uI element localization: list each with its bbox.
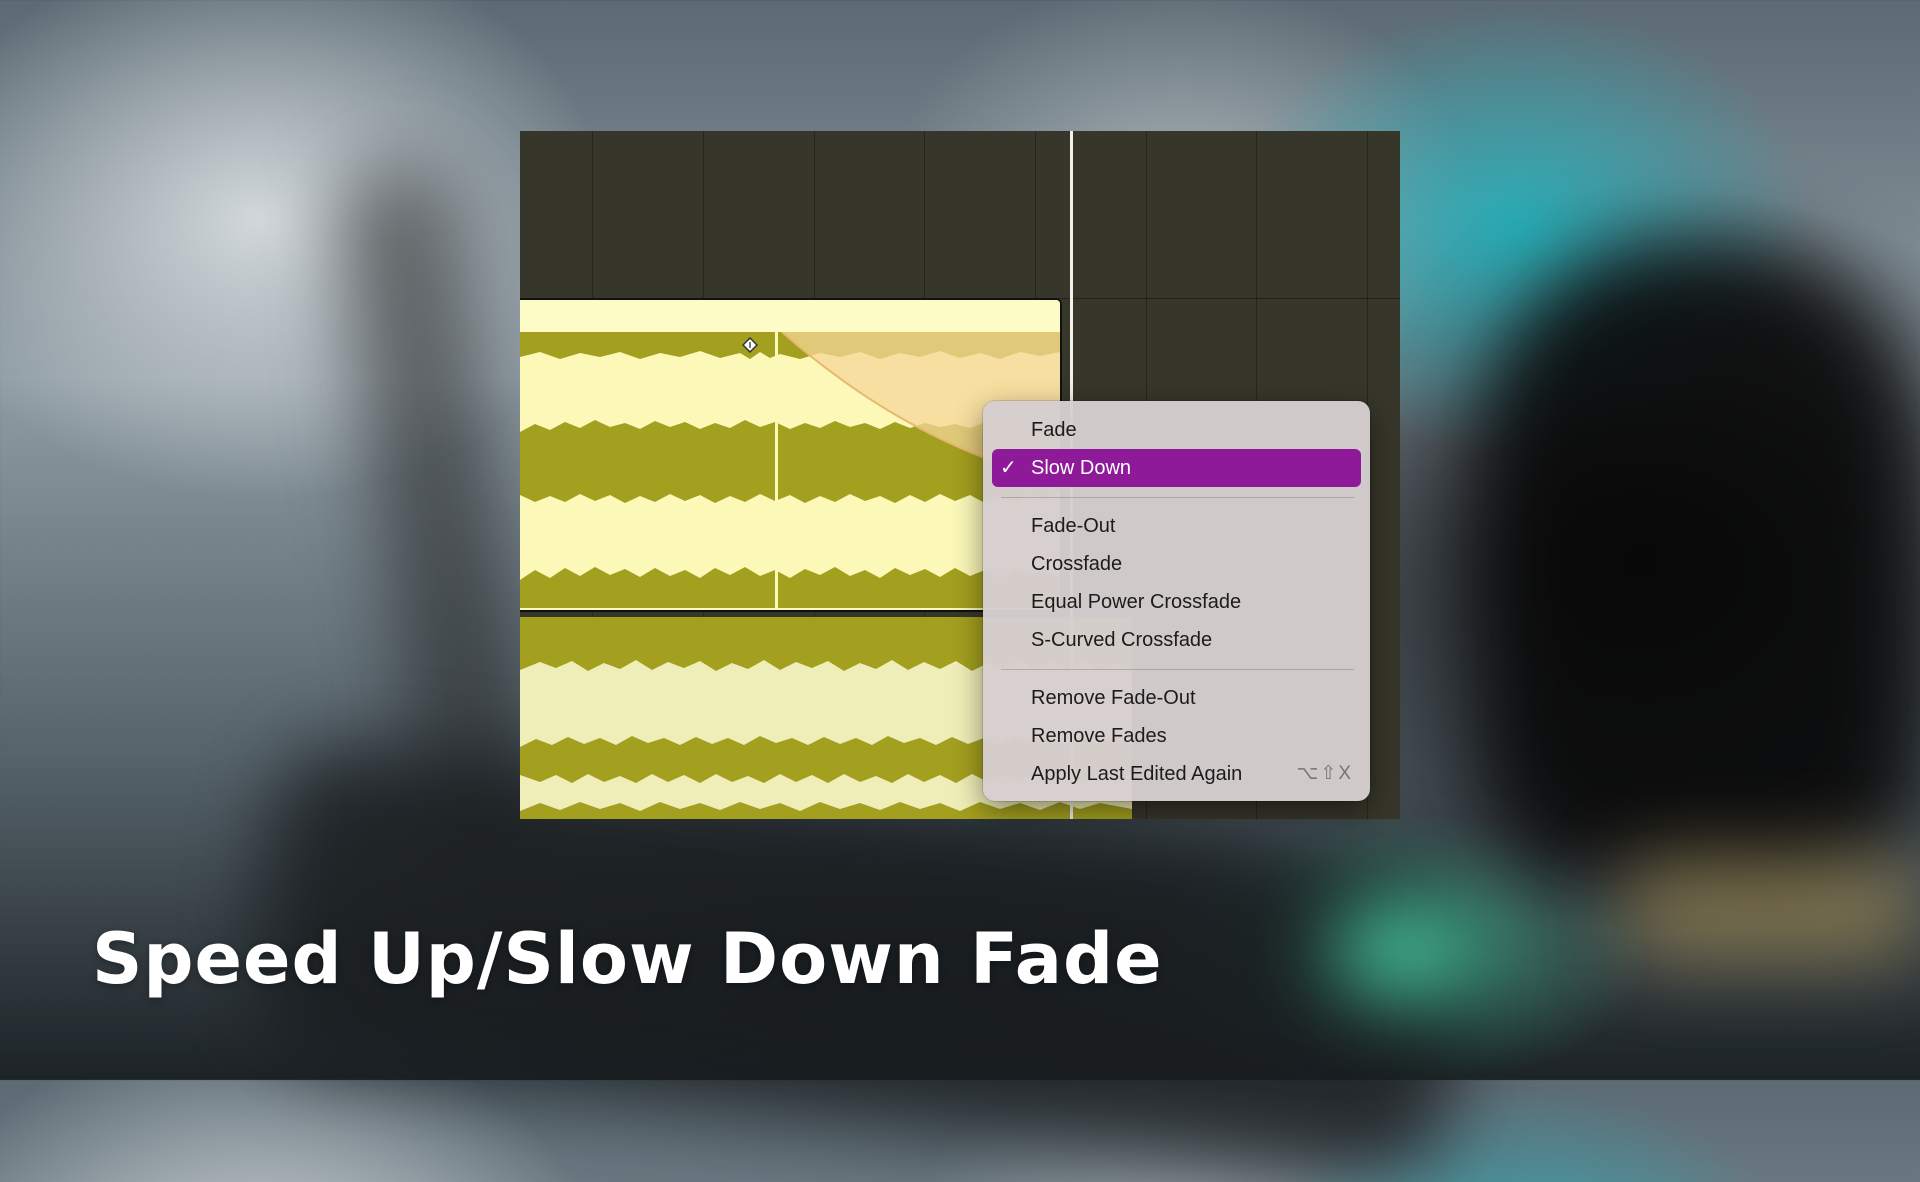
menu-item-slow-down[interactable]: ✓ Slow Down [992, 449, 1361, 487]
menu-item-apply-last-edited-again[interactable]: Apply Last Edited Again ⌥⇧X [992, 755, 1361, 793]
menu-item-label: Fade-Out [1031, 515, 1116, 537]
menu-item-label: Apply Last Edited Again [1031, 763, 1243, 785]
menu-item-equal-power-crossfade[interactable]: Equal Power Crossfade [992, 583, 1361, 621]
menu-item-s-curved-crossfade[interactable]: S-Curved Crossfade [992, 621, 1361, 659]
caption-title: Speed Up/Slow Down Fade [92, 918, 1163, 1000]
menu-item-remove-fade-out[interactable]: Remove Fade-Out [992, 679, 1361, 717]
menu-item-label: Remove Fades [1031, 725, 1167, 747]
menu-separator [1001, 497, 1354, 498]
menu-item-label: Remove Fade-Out [1031, 687, 1196, 709]
audio-region-selected[interactable] [520, 298, 1062, 612]
menu-item-label: Slow Down [1031, 457, 1132, 479]
fade-context-menu: Fade ✓ Slow Down Fade-Out Crossfade Equa… [983, 401, 1370, 801]
menu-item-remove-fades[interactable]: Remove Fades [992, 717, 1361, 755]
diamond-handle-icon[interactable] [742, 337, 758, 353]
background-green-light [1330, 900, 1480, 1000]
region-waveform [520, 332, 1060, 608]
menu-item-label: S-Curved Crossfade [1031, 629, 1213, 651]
menu-separator [1001, 669, 1354, 670]
keyboard-shortcut: ⌥⇧X [1296, 763, 1353, 784]
background-microphone [1480, 240, 1920, 880]
background-mic-band [1620, 860, 1920, 960]
menu-item-fade[interactable]: Fade [992, 411, 1361, 449]
region-header[interactable] [520, 300, 1060, 332]
menu-item-fade-out[interactable]: Fade-Out [992, 507, 1361, 545]
menu-item-label: Fade [1031, 419, 1077, 441]
menu-item-label: Crossfade [1031, 553, 1123, 575]
checkmark-icon: ✓ [1000, 457, 1017, 479]
menu-item-crossfade[interactable]: Crossfade [992, 545, 1361, 583]
menu-item-label: Equal Power Crossfade [1031, 591, 1242, 613]
